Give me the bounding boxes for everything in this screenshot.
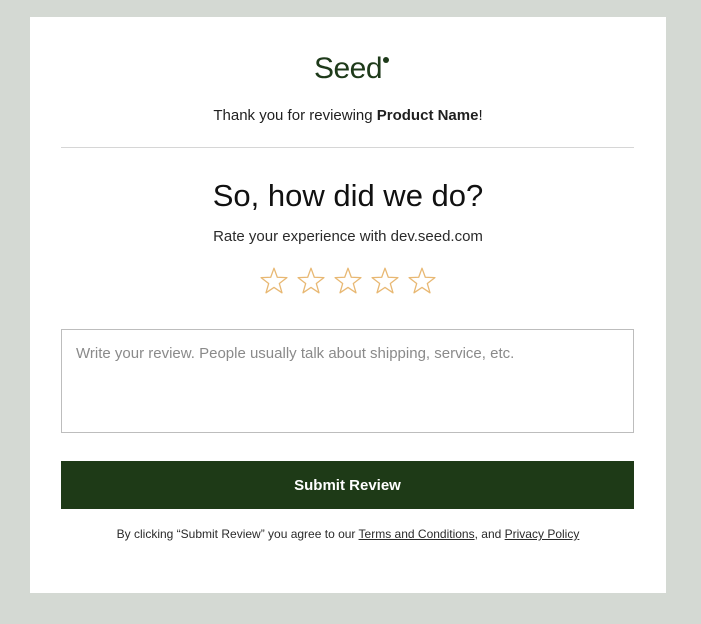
star-rating [30,266,666,296]
logo-wordmark: Seed [313,52,383,85]
terms-link[interactable]: Terms and Conditions [359,527,475,541]
submit-review-button[interactable]: Submit Review [61,461,634,509]
product-name: Product Name [376,107,479,124]
star-icon[interactable] [370,266,400,296]
rating-subtitle: Rate your experience with dev.seed.com [213,228,483,245]
legal-middle: , and [474,527,505,541]
legal-prefix: By clicking “Submit Review” you agree to… [116,527,359,541]
thanks-suffix: ! [478,107,483,124]
page-title: So, how did we do? [212,178,484,213]
logo-dot-icon [383,57,390,63]
star-icon[interactable] [259,266,289,296]
privacy-policy-link[interactable]: Privacy Policy [505,527,580,541]
star-icon[interactable] [333,266,363,296]
thanks-prefix: Thank you for reviewing [213,107,377,124]
star-icon[interactable] [407,266,437,296]
star-icon[interactable] [296,266,326,296]
divider [61,147,634,148]
review-textarea[interactable] [61,329,634,433]
legal-notice: By clicking “Submit Review” you agree to… [30,527,666,541]
thank-you-message: Thank you for reviewing Product Name! [30,107,666,125]
review-card: Seed Thank you for reviewing Product Nam… [30,17,666,593]
brand-logo: Seed [30,51,666,87]
